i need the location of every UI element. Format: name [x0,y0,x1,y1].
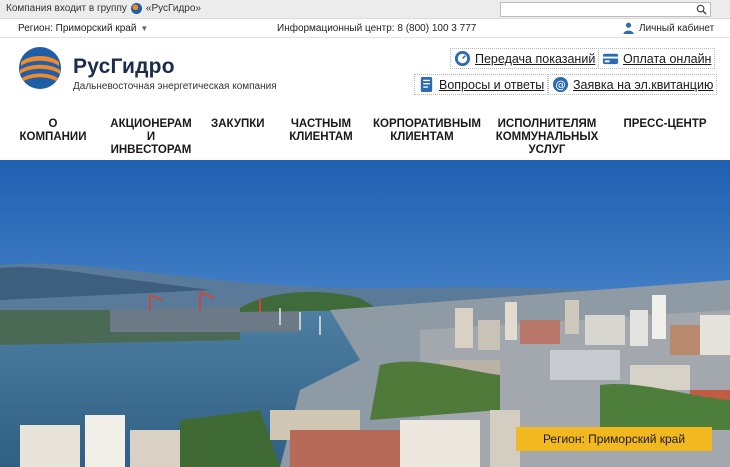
nav-investors-line2[interactable]: И ИНВЕСТОРАМ [110,131,192,157]
chevron-down-icon[interactable]: ▼ [140,24,148,33]
document-icon[interactable] [418,76,435,93]
nav-providers-line1[interactable]: ИСПОЛНИТЕЛЯМ [484,118,610,131]
info-line: Регион: Приморский край ▼ Информационный… [0,19,730,38]
nav-purchases-label[interactable]: ЗАКУПКИ [211,118,265,130]
rushydro-logo-icon[interactable] [18,46,62,90]
nav-corporate-line2[interactable]: КЛИЕНТАМ [373,131,471,144]
top-bar: Компания входит в группу «РусГидро» [0,0,730,19]
nav-purchases[interactable]: ЗАКУПКИ [211,118,265,131]
nav-press-center[interactable]: ПРЕСС-ЦЕНТР [620,118,710,131]
main-navigation: О КОМПАНИИ АКЦИОНЕРАМ И ИНВЕСТОРАМ ЗАКУП… [0,110,730,158]
meter-readings-link[interactable]: Передача показаний [450,48,600,69]
e-receipt-label[interactable]: Заявка на эл.квитанцию [573,78,713,92]
faq-link[interactable]: Вопросы и ответы [414,74,549,95]
e-receipt-link[interactable]: @ Заявка на эл.квитанцию [548,74,718,95]
personal-account-label[interactable]: Личный кабинет [639,23,714,34]
nav-corporate-clients[interactable]: КОРПОРАТИВНЫМ КЛИЕНТАМ [373,118,481,144]
pay-online-link[interactable]: Оплата онлайн [598,48,716,69]
nav-about-label[interactable]: О КОМПАНИИ [20,118,87,143]
svg-text:@: @ [555,79,565,91]
info-center-phone: Информационный центр: 8 (800) 100 3 777 [277,23,477,34]
nav-private-line1[interactable]: ЧАСТНЫМ [286,118,356,131]
group-text: Компания входит в группу [6,3,127,14]
nav-press-label[interactable]: ПРЕСС-ЦЕНТР [623,118,706,130]
hero-banner [0,160,730,467]
search-input[interactable] [500,2,711,17]
brand-tagline: Дальневосточная энергетическая компания [73,81,277,92]
meter-icon[interactable] [454,50,471,67]
pay-online-label[interactable]: Оплата онлайн [623,52,711,66]
credit-card-icon[interactable] [602,50,619,67]
user-icon[interactable] [623,22,634,34]
region-badge[interactable]: Регион: Приморский край [516,427,712,451]
meter-readings-label[interactable]: Передача показаний [475,52,595,66]
nav-private-line2[interactable]: КЛИЕНТАМ [286,131,356,144]
nav-corporate-line1[interactable]: КОРПОРАТИВНЫМ [373,118,481,131]
personal-account-link[interactable]: Личный кабинет [623,22,714,34]
search-icon[interactable] [696,4,707,15]
group-membership: Компания входит в группу «РусГидро» [6,3,201,14]
at-sign-icon[interactable]: @ [552,76,569,93]
nav-utility-providers[interactable]: ИСПОЛНИТЕЛЯМ КОММУНАЛЬНЫХ УСЛУГ [484,118,610,157]
nav-investors[interactable]: АКЦИОНЕРАМ И ИНВЕСТОРАМ [110,118,192,157]
brand-name[interactable]: РусГидро [73,55,175,79]
nav-providers-line2[interactable]: КОММУНАЛЬНЫХ УСЛУГ [484,131,610,157]
faq-label[interactable]: Вопросы и ответы [439,78,544,92]
group-link[interactable]: «РусГидро» [146,3,201,14]
nav-investors-line1[interactable]: АКЦИОНЕРАМ [110,118,192,131]
region-label[interactable]: Регион: Приморский край [18,23,136,34]
region-selector[interactable]: Регион: Приморский край ▼ [18,23,148,34]
nav-private-clients[interactable]: ЧАСТНЫМ КЛИЕНТАМ [286,118,356,144]
city-panorama-image [0,160,730,467]
rushydro-mini-logo-icon [130,3,142,14]
nav-about[interactable]: О КОМПАНИИ [18,118,88,144]
